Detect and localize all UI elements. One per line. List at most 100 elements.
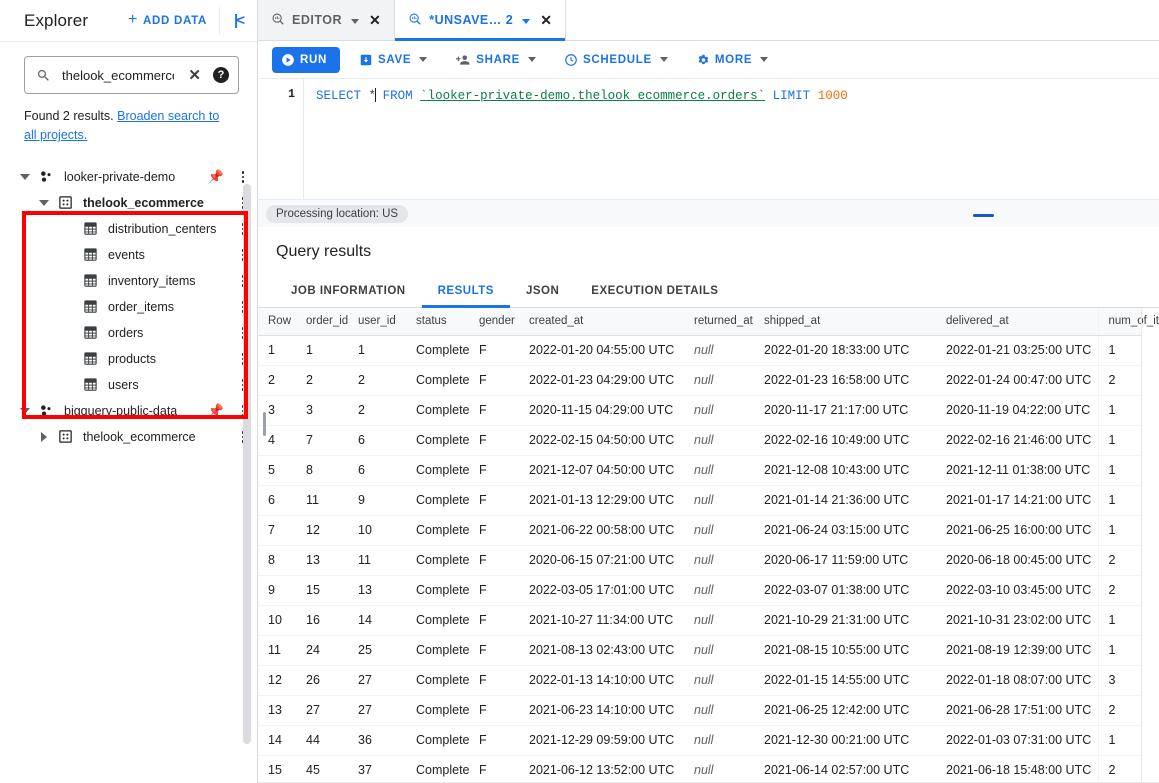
tree-item-order_items[interactable]: order_items — [0, 294, 257, 320]
sql-keyword-from: FROM — [382, 89, 413, 103]
table-row[interactable]: 11 24 25 Complete F 2021-08-13 02:43:00 UTC nu… — [258, 635, 1142, 666]
table-row[interactable]: 10 16 14 Complete F 2021-10-27 11:34:00 UTC nu… — [258, 605, 1142, 636]
column-header-delivered_at[interactable]: delivered_at — [936, 308, 1098, 336]
collapse-panel-button[interactable]: |< — [219, 6, 257, 35]
cell-returned_at: null — [684, 545, 754, 576]
sql-editor[interactable]: 1 SELECT * FROM `looker-private-demo.the… — [258, 79, 1159, 199]
tab-label: EDITOR — [292, 13, 342, 27]
schedule-button[interactable]: SCHEDULE — [555, 47, 677, 73]
close-icon[interactable]: ✕ — [369, 12, 381, 29]
add-data-button[interactable]: + ADD DATA — [118, 12, 219, 28]
results-tab-results[interactable]: RESULTS — [421, 274, 511, 308]
tree-item-bigquery-public-data[interactable]: bigquery-public-data 📌 — [0, 398, 257, 424]
results-tab-label: JSON — [525, 284, 560, 297]
results-tab-json[interactable]: JSON — [510, 274, 575, 307]
cell-delivered_at: 2021-06-25 16:00:00 UTC — [936, 515, 1098, 546]
cell-status: Complete — [406, 665, 470, 696]
column-header-gender[interactable]: gender — [469, 308, 519, 336]
tree-item-thelook_ecommerce[interactable]: thelook_ecommerce — [0, 190, 257, 216]
table-row[interactable]: 5 8 6 Complete F 2021-12-07 04:50:00 UTC null 2… — [258, 455, 1142, 486]
tree-expand-twisty[interactable] — [33, 431, 55, 442]
table-row[interactable]: 8 13 11 Complete F 2020-06-15 07:21:00 UTC nul… — [258, 545, 1142, 576]
cell-gender: F — [469, 545, 519, 576]
sql-star: * — [368, 89, 377, 103]
table-row[interactable]: 3 3 2 Complete F 2020-11-15 04:29:00 UTC null 2… — [258, 395, 1142, 426]
editor-tab-editor[interactable]: EDITOR ✕ — [258, 0, 396, 40]
tree-item-users[interactable]: users — [0, 372, 257, 398]
search-input[interactable] — [60, 66, 177, 84]
tree-item-orders[interactable]: orders — [0, 320, 257, 346]
pin-icon[interactable]: 📌 — [201, 169, 231, 185]
share-button[interactable]: SHARE — [446, 47, 545, 73]
clear-search-icon[interactable]: ✕ — [185, 68, 204, 83]
column-header-row[interactable]: Row — [258, 308, 296, 336]
table-row[interactable]: 4 7 6 Complete F 2022-02-15 04:50:00 UTC null 2… — [258, 425, 1142, 456]
bigquery-icon — [271, 12, 285, 29]
cell-delivered_at: 2022-02-16 21:46:00 UTC — [936, 425, 1098, 456]
table-row[interactable]: 2 2 2 Complete F 2022-01-23 04:29:00 UTC null 2… — [258, 365, 1142, 396]
column-header-user_id[interactable]: user_id — [348, 308, 406, 336]
results-tab-job-information[interactable]: JOB INFORMATION — [275, 274, 422, 307]
more-button[interactable]: MORE — [687, 47, 777, 73]
cell-returned_at: null — [684, 335, 754, 366]
column-header-shipped_at[interactable]: shipped_at — [754, 308, 936, 336]
tree-collapse-twisty[interactable] — [33, 199, 55, 206]
row-menu-button[interactable] — [233, 169, 253, 185]
sql-code-line[interactable]: SELECT * FROM `looker-private-demo.thelo… — [304, 79, 848, 199]
editor-tab-unsaved-query[interactable]: *UNSAVE… 2 ✕ — [395, 0, 567, 41]
column-header-returned_at[interactable]: returned_at — [684, 308, 754, 336]
column-header-order_id[interactable]: order_id — [296, 308, 348, 336]
chevron-down-icon[interactable] — [351, 18, 359, 24]
cell-num_of_item: 1 — [1097, 425, 1142, 456]
table-row[interactable]: 14 44 36 Complete F 2021-12-29 09:59:00 UTC nu… — [258, 725, 1142, 756]
tree-item-distribution_centers[interactable]: distribution_centers — [0, 216, 257, 242]
tree-collapse-twisty[interactable] — [14, 173, 36, 180]
column-header-created_at[interactable]: created_at — [519, 308, 684, 336]
tree-collapse-twisty[interactable] — [14, 407, 36, 414]
cell-shipped_at: 2021-12-08 10:43:00 UTC — [754, 455, 936, 486]
column-header-status[interactable]: status — [406, 308, 469, 336]
search-section: ✕ ? — [0, 42, 257, 94]
tree-item-events[interactable]: events — [0, 242, 257, 268]
save-button[interactable]: SAVE — [350, 47, 436, 73]
cell-num_of_item: 1 — [1097, 485, 1142, 516]
tree-item-inventory_items[interactable]: inventory_items — [0, 268, 257, 294]
tree-item-looker-private-demo[interactable]: looker-private-demo 📌 — [0, 164, 257, 190]
results-table: Row order_id user_id status gender created_at… — [258, 308, 1159, 782]
table-row[interactable]: 12 26 27 Complete F 2022-01-13 14:10:00 UTC nu… — [258, 665, 1142, 696]
tree-item-products[interactable]: products — [0, 346, 257, 372]
cell-num_of_item: 2 — [1097, 575, 1142, 606]
search-box[interactable]: ✕ ? — [24, 56, 239, 94]
cell-row: 13 — [258, 695, 296, 726]
results-tab-execution-details[interactable]: EXECUTION DETAILS — [575, 274, 734, 307]
cell-user_id: 2 — [348, 395, 406, 426]
pin-icon[interactable]: 📌 — [201, 403, 231, 419]
run-button[interactable]: RUN — [272, 46, 341, 73]
tree-item-label: looker-private-demo — [64, 169, 176, 184]
table-row[interactable]: 15 45 37 Complete F 2021-06-12 13:52:00 UTC nu… — [258, 755, 1142, 782]
table-row[interactable]: 1 1 1 Complete F 2022-01-20 04:55:00 UTC null 2… — [258, 335, 1142, 366]
cell-status: Complete — [406, 455, 470, 486]
tree-item-thelook_ecommerce[interactable]: thelook_ecommerce — [0, 424, 257, 450]
panel-resize-handle[interactable] — [973, 214, 994, 217]
clock-icon — [564, 53, 578, 67]
save-label: SAVE — [378, 53, 412, 66]
sidebar-scrollbar[interactable] — [243, 184, 251, 744]
table-row[interactable]: 6 11 9 Complete F 2021-01-13 12:29:00 UTC null… — [258, 485, 1142, 516]
sql-limit-value: 1000 — [817, 89, 848, 103]
close-icon[interactable]: ✕ — [540, 12, 552, 29]
help-icon[interactable]: ? — [213, 67, 229, 83]
column-header-num_of_item[interactable]: num_of_item — [1097, 308, 1159, 336]
cell-delivered_at: 2022-01-18 08:07:00 UTC — [936, 665, 1098, 696]
sidebar-resize-handle[interactable] — [263, 412, 266, 436]
cell-delivered_at: 2020-11-19 04:22:00 UTC — [936, 395, 1098, 426]
table-row[interactable]: 7 12 10 Complete F 2021-06-22 00:58:00 UTC nul… — [258, 515, 1142, 546]
cell-returned_at: null — [684, 485, 754, 516]
cell-delivered_at: 2021-06-28 17:51:00 UTC — [936, 695, 1098, 726]
table-row[interactable]: 13 27 27 Complete F 2021-06-23 14:10:00 UTC nu… — [258, 695, 1142, 726]
table-row[interactable]: 9 15 13 Complete F 2022-03-05 17:01:00 UTC nul… — [258, 575, 1142, 606]
table-header-row: Row order_id user_id status gender created_at… — [258, 308, 1159, 336]
cell-user_id: 14 — [348, 605, 406, 636]
chevron-down-icon[interactable] — [522, 18, 531, 24]
tree-item-label: thelook_ecommerce — [83, 195, 204, 210]
